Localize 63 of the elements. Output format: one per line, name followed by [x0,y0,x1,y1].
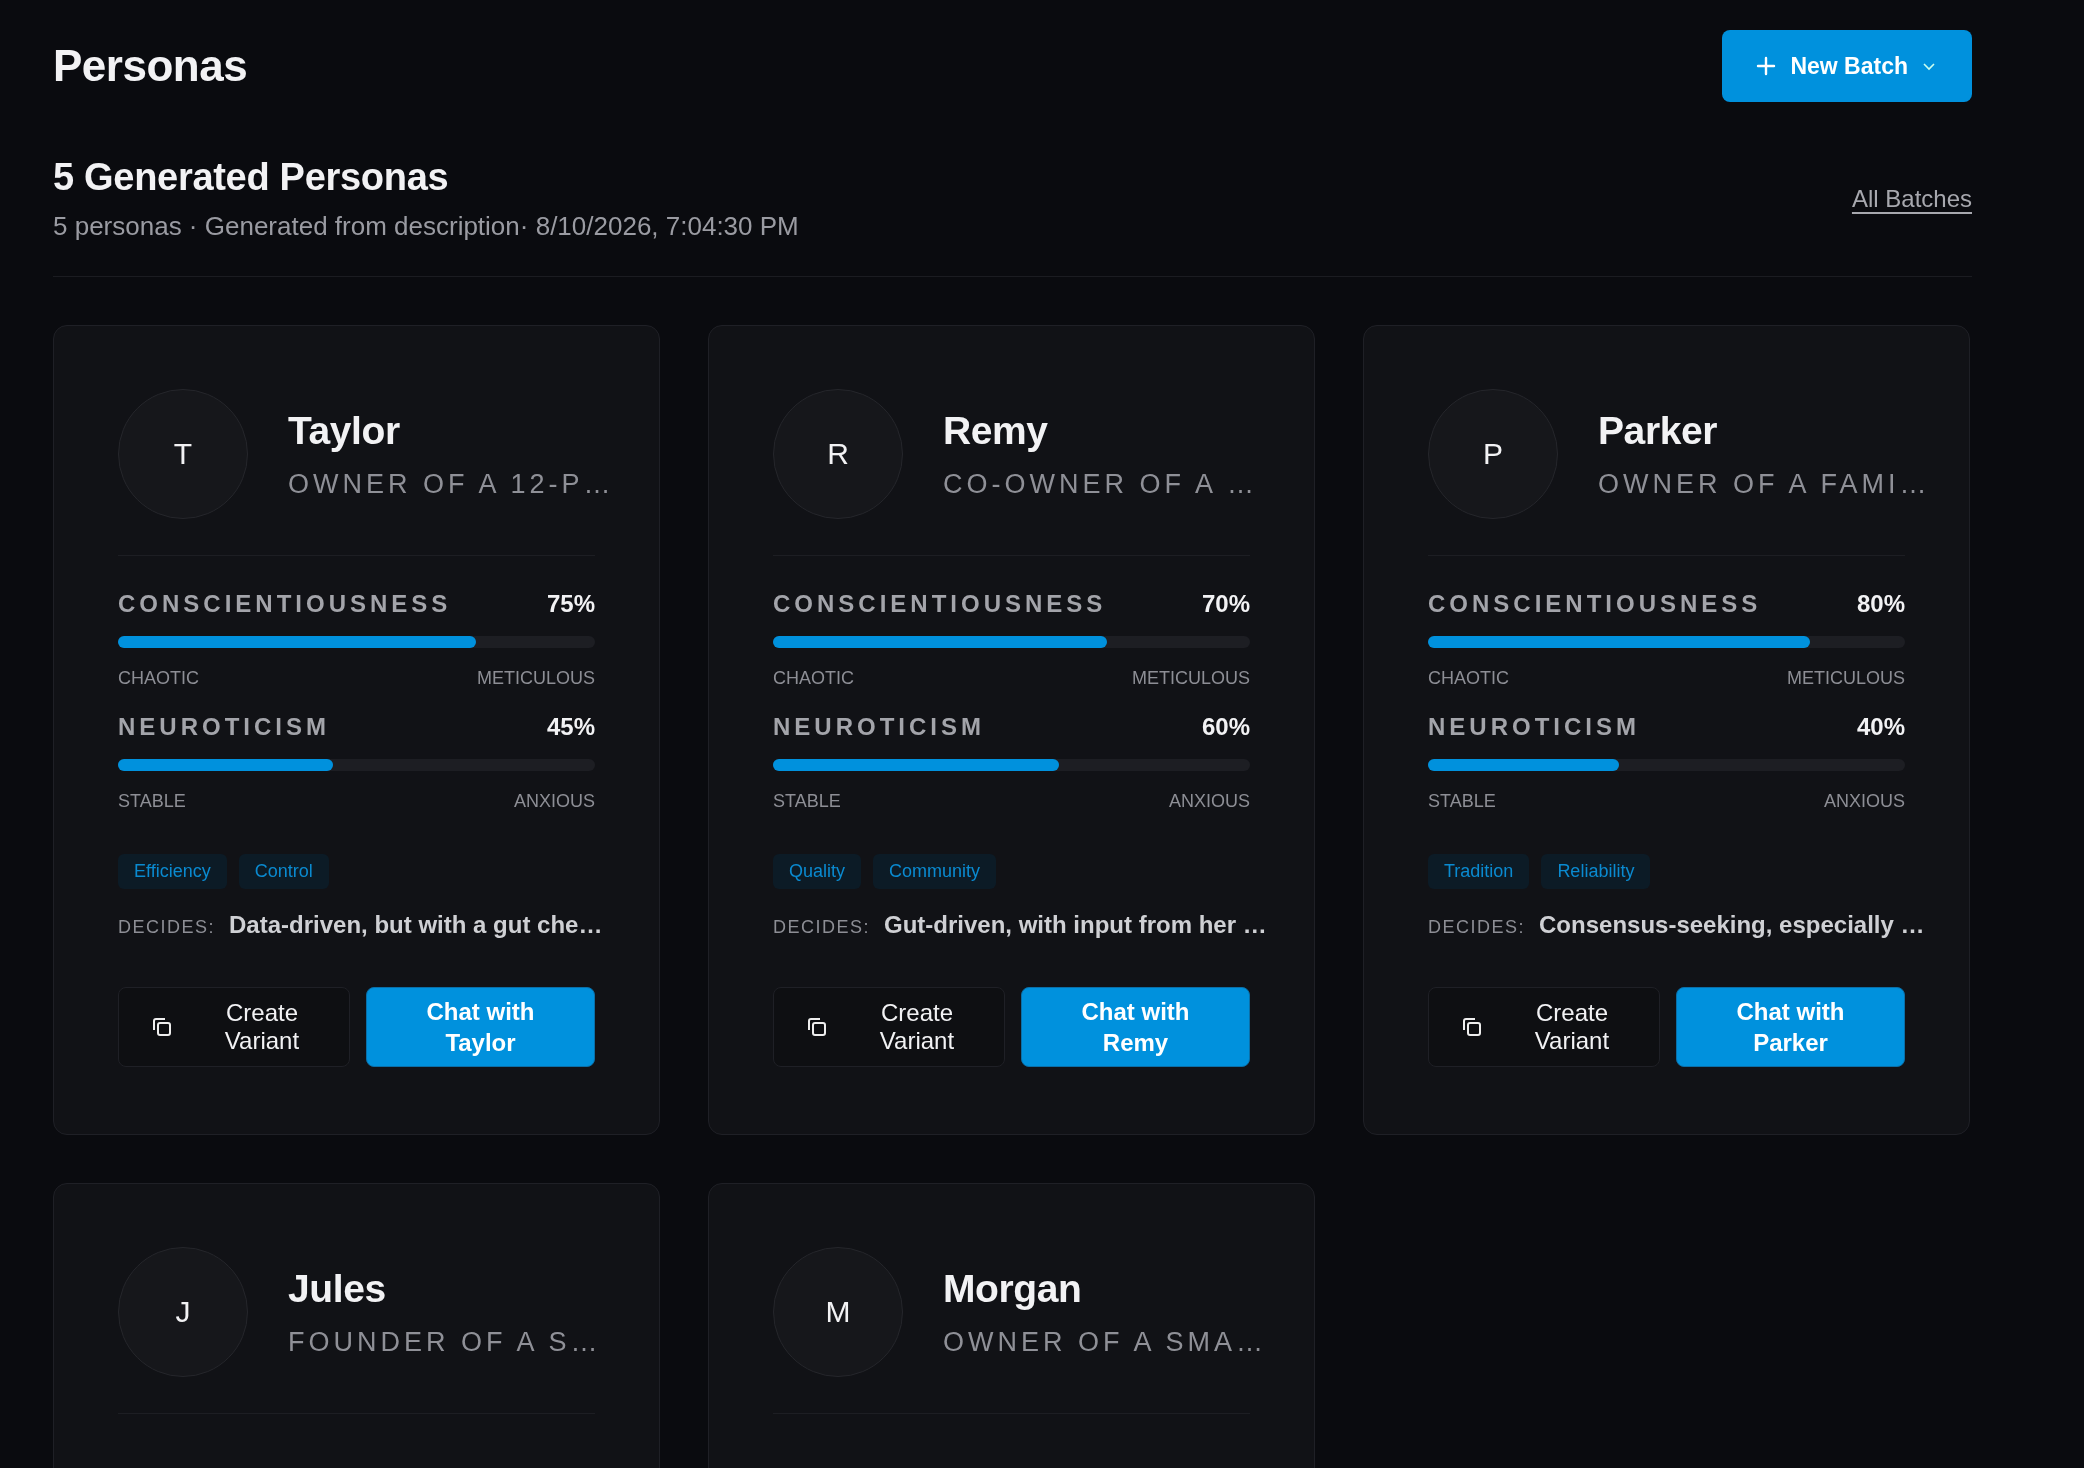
persona-name: Morgan [943,1266,1083,1311]
scale-low-label: CHAOTIC [773,668,854,689]
scale-high-label: ANXIOUS [513,791,595,812]
persona-role: OWNER OF A FAMI… [1598,468,1931,500]
scale-high-label: METICULOUS [1787,668,1905,689]
persona-role: CO-OWNER OF A … [943,468,1258,500]
persona-name: Parker [1598,408,1719,453]
scale-high-label: ANXIOUS [1168,791,1250,812]
create-variant-button[interactable]: Create Variant [118,987,350,1067]
value-tag: Reliability [1541,854,1651,889]
page-title: Personas [53,41,248,91]
value-tag: Efficiency [118,854,227,889]
persona-name: Remy [943,408,1049,453]
trait-label: CONSCIENTIOUSNESS [773,590,1107,618]
copy-icon [1461,1016,1483,1038]
persona-role: OWNER OF A 12-P… [288,468,615,500]
value-tag: Control [238,854,329,889]
scale-high-label: METICULOUS [1132,668,1250,689]
trait-value: 45% [546,713,595,741]
all-batches-link[interactable]: All Batches [1851,185,1972,213]
trait-label: CONSCIENTIOUSNESS [118,590,452,618]
trait-label: NEUROTICISM [118,713,330,741]
scale-low-label: STABLE [118,791,186,812]
value-tag: Community [873,854,997,889]
copy-icon [151,1016,173,1038]
trait-value: 70% [1201,590,1250,618]
copy-icon [806,1016,828,1038]
persona-role: FOUNDER OF A S… [288,1326,602,1358]
trait-value: 40% [1856,713,1905,741]
scale-low-label: CHAOTIC [1428,668,1509,689]
avatar: P [1428,389,1558,519]
persona-role: OWNER OF A SMA… [943,1326,1268,1358]
scale-low-label: CHAOTIC [118,668,199,689]
decides-text: Data-driven, but with a gut che… [229,911,603,939]
decides-text: Gut-driven, with input from her … [884,911,1267,939]
avatar: T [118,389,248,519]
plus-icon [1756,56,1777,76]
create-variant-button[interactable]: Create Variant [773,987,1005,1067]
trait-label: NEUROTICISM [773,713,985,741]
decides-label: DECIDES: [1428,917,1526,938]
create-variant-button[interactable]: Create Variant [1428,987,1660,1067]
trait-value: 60% [1201,713,1250,741]
scale-high-label: ANXIOUS [1823,791,1905,812]
batch-meta: 5 personas · Generated from description· 8/10/2026, 7:04:30 PM [53,211,799,242]
trait-value: 80% [1856,590,1905,618]
batch-heading: 5 Generated Personas [53,156,450,199]
decides-label: DECIDES: [118,917,216,938]
trait-label: CONSCIENTIOUSNESS [1428,590,1762,618]
value-tag: Quality [773,854,862,889]
scale-low-label: STABLE [773,791,841,812]
value-tag: Tradition [1428,854,1530,889]
trait-value: 75% [546,590,595,618]
avatar: R [773,389,903,519]
scale-high-label: METICULOUS [477,668,595,689]
decides-label: DECIDES: [773,917,871,938]
persona-name: Taylor [288,408,401,453]
persona-name: Jules [288,1266,387,1311]
scale-low-label: STABLE [1428,791,1496,812]
chevron-down-icon [1922,61,1936,71]
avatar: J [118,1247,248,1377]
trait-label: NEUROTICISM [1428,713,1640,741]
decides-text: Consensus-seeking, especially … [1539,911,1925,939]
avatar: M [773,1247,903,1377]
